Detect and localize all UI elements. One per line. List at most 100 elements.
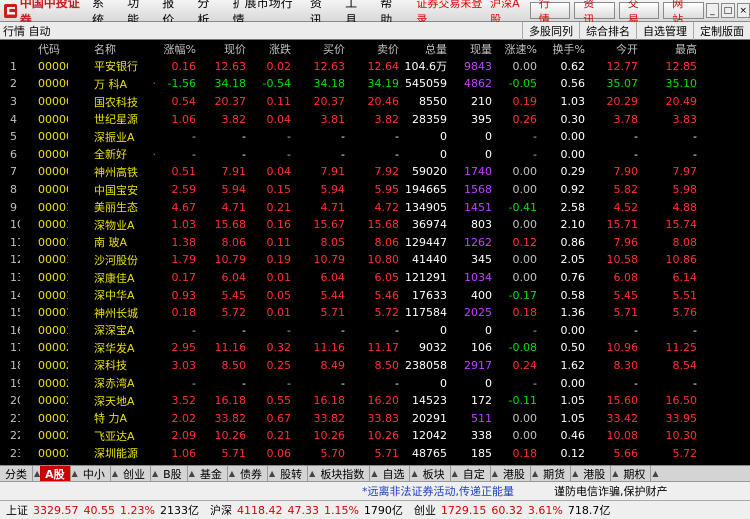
table-row[interactable]: 19 000022 深赤湾A - - - - - 0 0 - 0.00 - -	[0, 374, 750, 392]
col-header-code[interactable]: 代码	[20, 41, 68, 57]
tab-market-11[interactable]: 自定	[458, 465, 491, 482]
table-row[interactable]: 1 000001 平安银行 0.16 12.63 0.02 12.63 12.64 104.6万…	[0, 58, 750, 76]
tab-market-8[interactable]: 板块指数	[315, 465, 371, 482]
tab-market-10[interactable]: 板块	[418, 465, 451, 482]
table-row[interactable]: 12 000014 沙河股份 1.79 10.79 0.19 10.79 10.80 41440…	[0, 251, 750, 269]
stock-code: 000005	[38, 112, 68, 126]
table-row[interactable]: 20 000023 深天地A 3.52 16.18 0.55 16.18 16.20 14523…	[0, 392, 750, 410]
cell-now: 803	[471, 218, 492, 232]
col-header-turnover[interactable]: 换手%	[539, 41, 587, 57]
table-row[interactable]: 9 000010 美丽生态 4.67 4.71 0.21 4.71 4.72 134905 145…	[0, 198, 750, 216]
tab-market-6[interactable]: 债券	[235, 465, 268, 482]
table-row[interactable]: 3 000004 国农科技 0.54 20.37 0.11 20.37 20.46 8550 21…	[0, 93, 750, 111]
tab-market-5[interactable]: 基金	[195, 465, 228, 482]
col-header-open[interactable]: 今开	[587, 41, 640, 57]
website-button[interactable]: 网 站	[663, 0, 704, 26]
table-row[interactable]: 15 000018 神州长城 0.18 5.72 0.01 5.71 5.72 117584 20…	[0, 304, 750, 322]
cell-chg: 0.25	[266, 358, 292, 372]
cell-turn: 0.92	[560, 183, 586, 197]
tab-market-1[interactable]: A股	[40, 465, 71, 482]
maximize-icon[interactable]: □	[721, 3, 735, 18]
ranking-button[interactable]: 综合排名	[579, 21, 636, 40]
cell-spd: 0.00	[512, 411, 538, 425]
cell-pct: -	[192, 130, 196, 144]
table-row[interactable]: 18 000021 深科技 3.03 8.50 0.25 8.49 8.50 238058 291…	[0, 357, 750, 375]
tab-market-7[interactable]: 股转	[275, 465, 309, 482]
table-row[interactable]: 8 000009 中国宝安 2.59 5.94 0.15 5.94 5.95 194665 156…	[0, 181, 750, 199]
cell-price: 3.82	[221, 112, 247, 126]
cell-vol: 129447	[405, 235, 447, 249]
tab-market-4[interactable]: B股	[158, 465, 188, 482]
table-row[interactable]: 10 000011 深物业A 1.03 15.68 0.16 15.67 15.68 36974…	[0, 216, 750, 234]
col-header-name[interactable]: 名称	[68, 41, 150, 57]
cell-vol: 28359	[412, 112, 447, 126]
cell-pct: 1.79	[171, 253, 197, 267]
cell-now: 1451	[464, 200, 492, 214]
table-row[interactable]: 2 000002 万 科A · -1.56 34.18 -0.54 34.18 34.19 545…	[0, 75, 750, 93]
cell-price: 8.06	[221, 235, 247, 249]
cell-sell: 5.72	[374, 306, 400, 320]
table-row[interactable]: 14 000017 深中华A 0.93 5.45 0.05 5.44 5.46 17633 400…	[0, 286, 750, 304]
row-index: 18	[10, 358, 20, 372]
index-pct: 3.61%	[527, 504, 563, 517]
cell-open: 3.78	[613, 112, 639, 126]
table-row[interactable]: 23 000027 深圳能源 1.06 5.71 0.06 5.70 5.71 48765 185…	[0, 445, 750, 463]
cell-high: 4.88	[672, 200, 698, 214]
watchlist-manage-button[interactable]: 自选管理	[636, 21, 693, 40]
col-header-volume[interactable]: 总量	[401, 41, 449, 57]
col-header-pct[interactable]: 涨幅%	[158, 41, 198, 57]
row-index: 1	[10, 59, 17, 73]
news-button[interactable]: 资 讯	[574, 0, 615, 26]
caret-up-icon[interactable]: ▲	[652, 469, 658, 478]
table-row[interactable]: 21 000025 特 力A 2.02 33.82 0.67 33.82 33.83 20291…	[0, 409, 750, 427]
index-2[interactable]: 创业 1729.15 60.32 3.61% 718.7亿	[414, 502, 615, 518]
table-row[interactable]: 5 000006 深振业A - - - - - 0 0 - 0.00 - -	[0, 128, 750, 146]
tab-market-15[interactable]: 期权	[618, 465, 652, 482]
row-marker: ·	[152, 147, 157, 161]
row-index: 21	[10, 411, 20, 425]
col-header-speed[interactable]: 涨速%	[494, 41, 539, 57]
table-row[interactable]: 17 000020 深华发A 2.95 11.16 0.32 11.16 11.17 9032 1…	[0, 339, 750, 357]
warning-link[interactable]: *远离非法证券活动,传递正能量	[362, 483, 514, 499]
index-1[interactable]: 沪深 4118.42 47.33 1.15% 1790亿	[210, 502, 408, 518]
trade-button[interactable]: 交 易	[618, 0, 660, 26]
cell-pct: 2.02	[171, 411, 197, 425]
tab-market-9[interactable]: 自选	[377, 465, 411, 482]
tab-market-2[interactable]: 中小	[78, 465, 111, 482]
stock-code: 000025	[38, 411, 68, 425]
tab-market-3[interactable]: 创业	[118, 465, 151, 482]
index-pct: 1.23%	[120, 504, 155, 517]
table-row[interactable]: 13 000016 深康佳A 0.17 6.04 0.01 6.04 6.05 121291 10…	[0, 269, 750, 287]
stock-code: 000017	[38, 288, 68, 302]
col-header-bid[interactable]: 买价	[293, 41, 347, 57]
col-header-change[interactable]: 涨跌	[248, 41, 293, 57]
tab-market-0[interactable]: 分类	[0, 465, 33, 482]
cell-sell: 4.72	[374, 200, 400, 214]
table-row[interactable]: 22 000026 飞亚达A 2.09 10.26 0.21 10.26 10.26 12042…	[0, 427, 750, 445]
table-row[interactable]: 16 000019 深深宝A - - - - - 0 0 - 0.00 - -	[0, 322, 750, 340]
cell-vol: 36974	[412, 218, 447, 232]
stock-name: 深圳能源	[94, 447, 138, 461]
col-header-high[interactable]: 最高	[640, 41, 699, 57]
stock-code: 000001	[38, 59, 68, 73]
cell-buy: 5.94	[320, 183, 346, 197]
col-header-price[interactable]: 现价	[198, 41, 248, 57]
table-row[interactable]: 4 000005 世纪星源 1.06 3.82 0.04 3.81 3.82 28359 395 0…	[0, 110, 750, 128]
cell-now: 106	[471, 341, 492, 355]
col-header-last-volume[interactable]: 现量	[449, 41, 494, 57]
index-0[interactable]: 上证 3329.57 40.55 1.23% 2133亿	[6, 502, 204, 518]
tab-market-13[interactable]: 期货	[538, 465, 572, 482]
quote-button[interactable]: 行 情	[529, 0, 571, 26]
table-row[interactable]: 11 000012 南 玻A 1.38 8.06 0.11 8.05 8.06 129447 12…	[0, 234, 750, 252]
multi-stock-button[interactable]: 多股同列	[522, 21, 579, 40]
col-header-ask[interactable]: 卖价	[347, 41, 401, 57]
tab-market-14[interactable]: 港股	[578, 465, 612, 482]
table-row[interactable]: 7 000008 神州高铁 0.51 7.91 0.04 7.91 7.92 59020 1740…	[0, 163, 750, 181]
tab-market-12[interactable]: 港股	[498, 465, 531, 482]
table-row[interactable]: 6 000007 全新好 · - - - - - 0 0 - 0.00 - -	[0, 146, 750, 164]
minimize-icon[interactable]: _	[705, 3, 720, 18]
cell-turn: 0.00	[560, 130, 586, 144]
custom-layout-button[interactable]: 定制版面	[693, 21, 750, 40]
cell-turn: 1.03	[560, 95, 586, 109]
close-icon[interactable]: ×	[736, 3, 750, 18]
